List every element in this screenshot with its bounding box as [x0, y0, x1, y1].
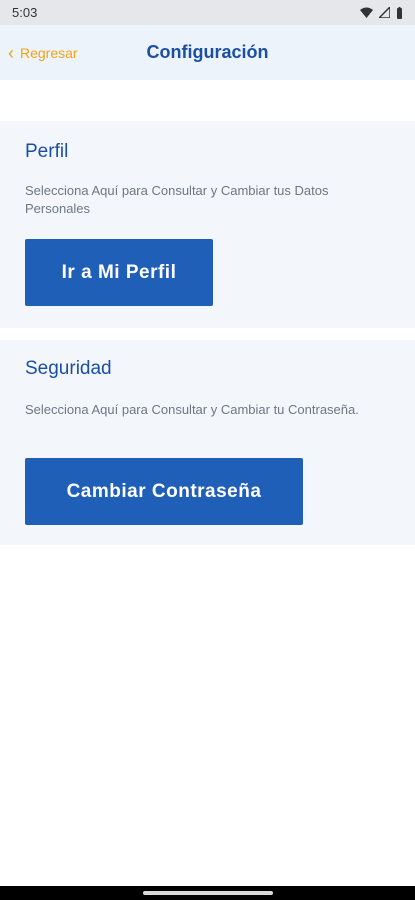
cambiar-contrasena-button[interactable]: Cambiar Contraseña [25, 458, 303, 525]
wifi-icon [360, 7, 373, 18]
home-handle[interactable] [142, 891, 273, 895]
perfil-description: Selecciona Aquí para Consultar y Cambiar… [25, 183, 329, 216]
seguridad-heading: Seguridad [25, 358, 112, 379]
ir-a-mi-perfil-button[interactable]: Ir a Mi Perfil [25, 239, 213, 306]
battery-icon [396, 6, 403, 19]
status-icons [360, 6, 403, 19]
status-time: 5:03 [12, 5, 38, 20]
status-bar: 5:03 [0, 0, 415, 25]
signal-icon [379, 7, 390, 18]
page-title: Configuración [146, 42, 269, 62]
app-header: ‹ Regresar Configuración [0, 25, 415, 80]
seguridad-description: Selecciona Aquí para Consultar y Cambiar… [25, 402, 359, 417]
perfil-heading: Perfil [25, 141, 69, 162]
navigation-bar [0, 886, 415, 900]
